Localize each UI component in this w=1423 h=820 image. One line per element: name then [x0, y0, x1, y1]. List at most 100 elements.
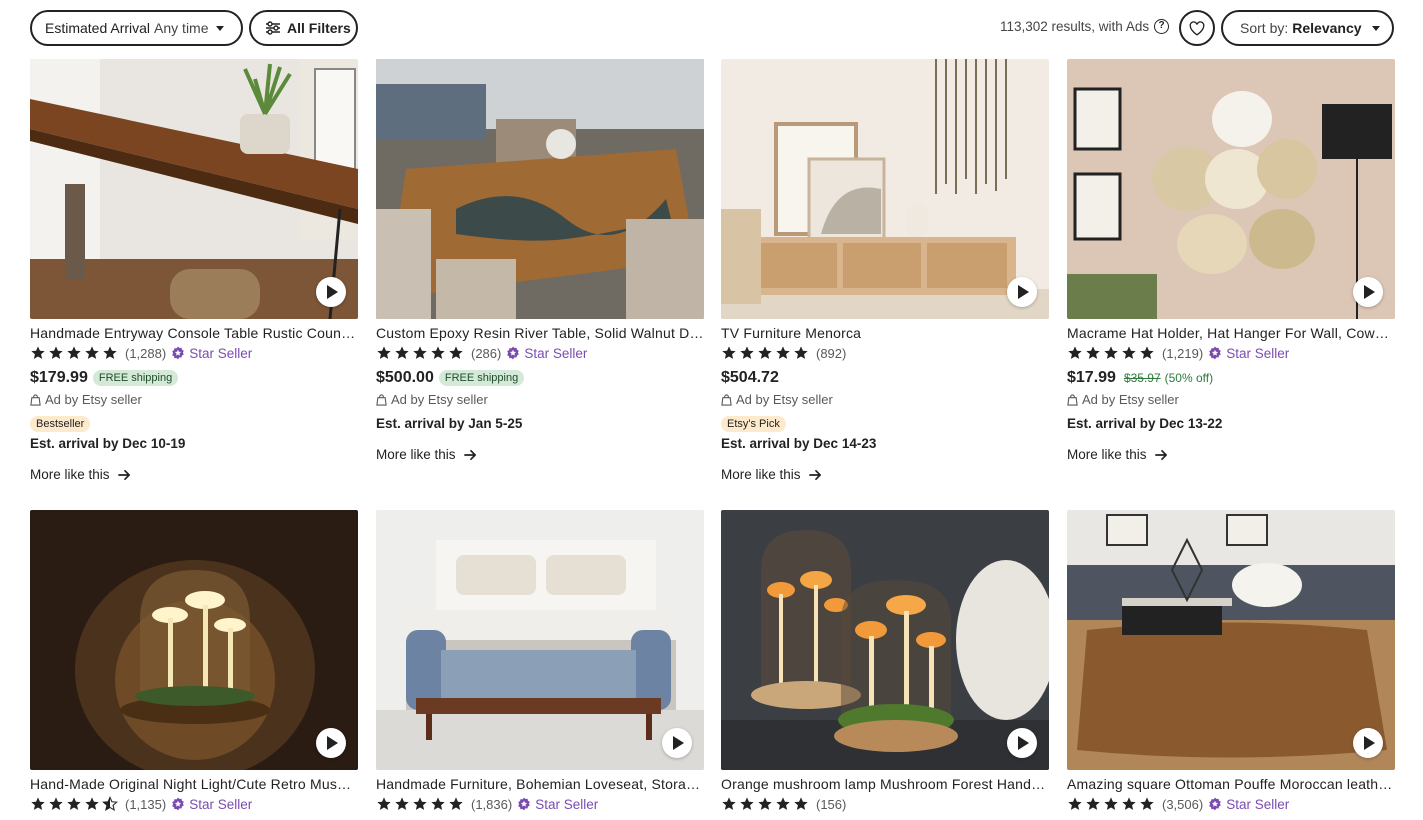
star-icon [1103, 345, 1119, 361]
star-icon [1103, 796, 1119, 812]
star-seller-label: Star Seller [535, 796, 599, 812]
star-icon [721, 345, 737, 361]
more-like-this-link[interactable]: More like this [721, 467, 1049, 482]
listing-image[interactable] [721, 510, 1049, 770]
more-like-this-label: More like this [376, 447, 456, 462]
leather-ottoman-photo [1067, 510, 1395, 770]
star-seller-badge: Star Seller [171, 797, 252, 812]
price-row: $17.99 $35.97 (50% off) [1067, 369, 1395, 387]
star-icon [757, 345, 773, 361]
bohemian-loveseat-photo [376, 510, 704, 770]
price: $179.99 [30, 369, 88, 386]
favorite-search-button[interactable] [1179, 10, 1215, 46]
play-video-button[interactable] [316, 728, 346, 758]
star-icon [84, 796, 100, 812]
review-count: (1,219) [1162, 345, 1204, 361]
listing-title[interactable]: Orange mushroom lamp Mushroom Forest Han… [721, 775, 1049, 793]
star-icon [1067, 345, 1083, 361]
original-price: $35.97 [1123, 371, 1161, 385]
macrame-hat-holder-photo [1067, 59, 1395, 319]
listing-title[interactable]: Amazing square Ottoman Pouffe Moroccan l… [1067, 775, 1395, 793]
ad-text: Ad by Etsy seller [736, 392, 833, 407]
free-shipping-badge: FREE shipping [438, 370, 525, 386]
listing-image[interactable] [30, 59, 358, 319]
shopping-bag-icon [1067, 394, 1078, 406]
bestseller-badge: Bestseller [30, 416, 91, 432]
listing-title[interactable]: Hand-Made Original Night Light/Cute Retr… [30, 775, 358, 793]
listing-image[interactable] [1067, 510, 1395, 770]
sort-dropdown[interactable]: Sort by: Relevancy [1221, 10, 1394, 46]
estimated-arrival: Est. arrival by Dec 13-22 [1067, 416, 1223, 431]
listing-image[interactable] [30, 510, 358, 770]
listing-title[interactable]: Handmade Furniture, Bohemian Loveseat, S… [376, 775, 704, 793]
price: $17.99 [1067, 369, 1116, 386]
play-video-button[interactable] [1007, 728, 1037, 758]
caret-down-icon [1371, 25, 1380, 31]
listing-title[interactable]: TV Furniture Menorca [721, 324, 1049, 342]
console-table-photo [30, 59, 358, 319]
more-like-this-label: More like this [721, 467, 801, 482]
listing-card[interactable]: Macrame Hat Holder, Hat Hanger For Wall,… [1067, 59, 1395, 462]
star-icon [66, 796, 82, 812]
review-count: (1,135) [125, 796, 167, 812]
filter-bar: Estimated Arrival Any time All Filters 1… [0, 0, 1423, 56]
listing-image[interactable] [1067, 59, 1395, 319]
price: $504.72 [721, 369, 779, 386]
rating-row: (1,836) Star Seller [376, 793, 704, 815]
listing-card[interactable]: Hand-Made Original Night Light/Cute Retr… [30, 510, 358, 815]
play-video-button[interactable] [662, 728, 692, 758]
play-video-button[interactable] [1353, 277, 1383, 307]
listing-image[interactable] [376, 59, 704, 319]
star-icon [430, 796, 446, 812]
question-icon[interactable]: ? [1154, 19, 1170, 34]
listing-card[interactable]: Handmade Entryway Console Table Rustic C… [30, 59, 358, 482]
sort-value: Relevancy [1292, 20, 1362, 36]
listing-card[interactable]: TV Furniture Menorca (892) $504.72 Ad by… [721, 59, 1049, 482]
star-icon [412, 796, 428, 812]
star-icon [376, 796, 392, 812]
play-video-button[interactable] [1007, 277, 1037, 307]
star-icon [30, 796, 46, 812]
review-count: (3,506) [1162, 796, 1204, 812]
all-filters-button[interactable]: All Filters [249, 10, 358, 46]
free-shipping-badge: FREE shipping [92, 370, 179, 386]
ad-label: Ad by Etsy seller [721, 391, 1049, 408]
star-seller-badge: Star Seller [1208, 797, 1289, 812]
arrow-right-icon [809, 469, 822, 481]
listing-card[interactable]: Handmade Furniture, Bohemian Loveseat, S… [376, 510, 704, 815]
play-video-button[interactable] [316, 277, 346, 307]
star-rating [721, 345, 811, 361]
rating-row: (286) Star Seller [376, 342, 704, 364]
shopping-bag-icon [721, 394, 732, 406]
ad-text: Ad by Etsy seller [1082, 392, 1179, 407]
more-like-this-link[interactable]: More like this [30, 467, 358, 482]
arrival-label: Estimated Arrival [45, 20, 151, 36]
listing-card[interactable]: Custom Epoxy Resin River Table, Solid Wa… [376, 59, 704, 462]
star-rating [376, 796, 466, 812]
star-seller-icon [517, 797, 531, 811]
star-seller-label: Star Seller [1226, 345, 1290, 361]
listing-title[interactable]: Handmade Entryway Console Table Rustic C… [30, 324, 358, 342]
listing-title[interactable]: Macrame Hat Holder, Hat Hanger For Wall,… [1067, 324, 1395, 342]
listing-card[interactable]: Orange mushroom lamp Mushroom Forest Han… [721, 510, 1049, 815]
listing-image[interactable] [721, 59, 1049, 319]
more-like-this-link[interactable]: More like this [1067, 447, 1395, 462]
play-video-button[interactable] [1353, 728, 1383, 758]
star-icon [757, 796, 773, 812]
star-seller-icon [171, 797, 185, 811]
star-seller-icon [506, 346, 520, 360]
star-icon [394, 796, 410, 812]
results-text: 113,302 results, with Ads [1000, 19, 1150, 34]
star-seller-label: Star Seller [1226, 796, 1290, 812]
estimated-arrival-dropdown[interactable]: Estimated Arrival Any time [30, 10, 243, 46]
results-count: 113,302 results, with Ads ? [1000, 19, 1170, 34]
listing-title[interactable]: Custom Epoxy Resin River Table, Solid Wa… [376, 324, 704, 342]
heart-icon [1189, 20, 1205, 36]
shopping-bag-icon [30, 394, 41, 406]
listing-card[interactable]: Amazing square Ottoman Pouffe Moroccan l… [1067, 510, 1395, 815]
listing-image[interactable] [376, 510, 704, 770]
more-like-this-link[interactable]: More like this [376, 447, 704, 462]
star-icon [376, 345, 392, 361]
star-seller-badge: Star Seller [506, 346, 587, 361]
rating-row: (156) [721, 793, 1049, 815]
